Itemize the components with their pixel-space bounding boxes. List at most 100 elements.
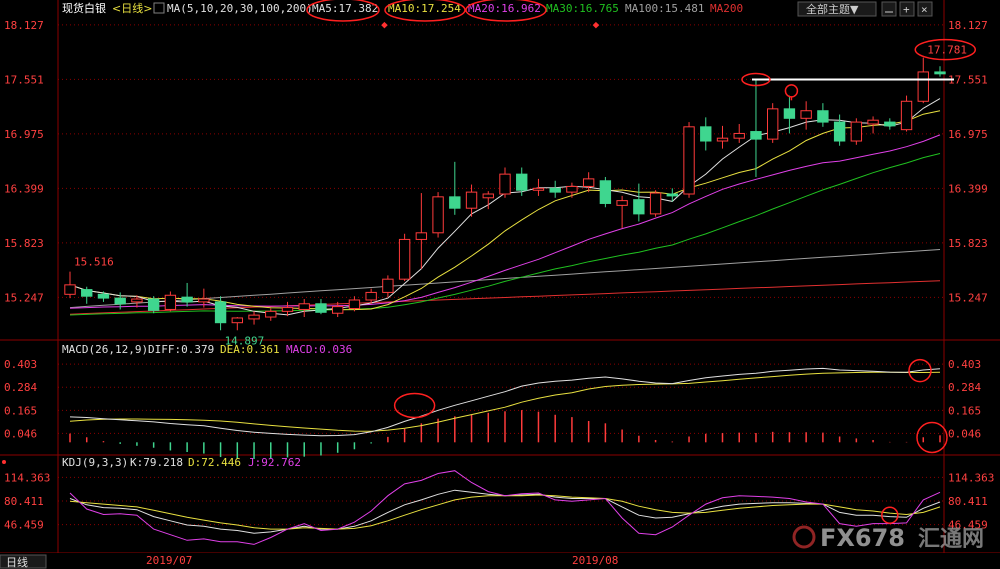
candle-body <box>181 296 193 303</box>
macd-macd-value: MACD:0.036 <box>286 343 352 356</box>
candle-body <box>315 303 327 313</box>
candle-body <box>114 297 126 305</box>
swing-high-label: 15.516 <box>74 256 114 269</box>
main-y-tick-left: 16.975 <box>4 128 44 141</box>
kdj-d-value: D:72.446 <box>188 456 241 469</box>
candle-body <box>599 180 612 204</box>
candle-body <box>616 200 628 206</box>
candle-body <box>532 187 545 191</box>
candle-body <box>733 132 745 139</box>
candle-body <box>332 306 344 314</box>
candle-body <box>850 121 863 142</box>
candle-body <box>449 196 461 209</box>
macd-params: MACD(26,12,9) <box>62 343 148 356</box>
main-y-tick-right: 16.975 <box>948 128 988 141</box>
candle-body <box>248 314 260 320</box>
candle-body <box>265 310 277 318</box>
ma20-value: MA20:16.962 <box>468 2 541 15</box>
ma30-value: MA30:16.765 <box>546 2 619 15</box>
candle-body <box>382 278 394 293</box>
candle-body <box>666 193 678 197</box>
main-y-tick-right: 15.823 <box>948 237 988 250</box>
ma-params: MA(5,10,20,30,100,200) <box>167 2 313 15</box>
candle-body <box>716 137 729 142</box>
macd-y-tick-right: 0.284 <box>948 381 981 394</box>
candle-body <box>482 193 494 199</box>
kdj-y-tick-left: 114.363 <box>4 471 50 484</box>
candle-body <box>64 284 76 295</box>
kdj-y-tick-right: 80.411 <box>948 495 988 508</box>
candle-body <box>499 173 511 195</box>
month-label-july: 2019/07 <box>146 554 192 567</box>
watermark-text: FX678 <box>820 524 905 552</box>
candle-body <box>198 298 210 303</box>
macd-dea-value: DEA:0.361 <box>220 343 280 356</box>
kdj-y-tick-right: 114.363 <box>948 471 994 484</box>
candle-body <box>767 108 779 140</box>
main-y-tick-left: 15.823 <box>4 237 44 250</box>
watermark-text-cn: 汇通网 <box>918 527 984 552</box>
candle-body <box>700 126 712 142</box>
theme-dropdown-label: 全部主题▼ <box>806 2 859 16</box>
candle-body <box>432 196 444 234</box>
candle-body <box>884 121 896 127</box>
period-tag: <日线> <box>112 1 152 15</box>
main-y-tick-left: 18.127 <box>4 19 44 32</box>
candle-body <box>415 232 428 240</box>
candle-body <box>365 291 377 301</box>
macd-y-tick-left: 0.284 <box>4 381 37 394</box>
candle-body <box>800 110 812 119</box>
ma5-value: MA5:17.382 <box>312 2 378 15</box>
macd-y-tick-left: 0.165 <box>4 404 37 417</box>
candle-body <box>683 126 695 195</box>
candle-body <box>633 199 645 215</box>
kdj-marker-icon <box>2 460 6 464</box>
stock-chart: 现货白银 <日线> MA(5,10,20,30,100,200) MA5:17.… <box>0 0 1000 569</box>
candle-body <box>582 178 595 187</box>
kdj-y-tick-left: 46.459 <box>4 519 44 532</box>
kdj-y-tick-left: 80.411 <box>4 495 44 508</box>
candle-body <box>97 293 110 299</box>
main-y-tick-left: 17.551 <box>4 73 44 86</box>
candle-body <box>214 301 227 324</box>
candle-body <box>231 317 243 324</box>
kdj-params: KDJ(9,3,3) <box>62 456 128 469</box>
ma100-value: MA100:15.481 <box>625 2 704 15</box>
plus-icon: + <box>903 3 910 16</box>
macd-y-tick-left: 0.046 <box>4 427 37 440</box>
kdj-k-value: K:79.218 <box>130 456 183 469</box>
candle-body <box>649 192 662 215</box>
candle-body <box>398 238 411 280</box>
candle-body <box>147 298 160 311</box>
main-y-tick-right: 18.127 <box>948 19 988 32</box>
macd-y-tick-right: 0.165 <box>948 404 981 417</box>
period-selector-label: 日线 <box>6 555 28 569</box>
candle-body <box>917 71 929 102</box>
ma10-value: MA10:17.254 <box>388 2 461 15</box>
candle-body <box>281 307 294 312</box>
macd-y-tick-right: 0.403 <box>948 358 981 371</box>
candle-body <box>900 100 913 131</box>
main-y-tick-left: 15.247 <box>4 291 44 304</box>
diamond-marker-2: ◆ <box>593 18 600 31</box>
close-icon: × <box>921 3 928 16</box>
ma200-value: MA200 <box>710 2 743 15</box>
macd-y-tick-left: 0.403 <box>4 358 37 371</box>
kdj-j-value: J:92.762 <box>248 456 301 469</box>
month-label-august: 2019/08 <box>572 554 618 567</box>
candle-body <box>81 289 93 297</box>
candle-body <box>516 173 528 191</box>
high-price-label: 17.781 <box>927 44 967 57</box>
candle-body <box>750 131 762 140</box>
candle-body <box>833 121 846 142</box>
minimize-button[interactable] <box>881 1 897 17</box>
candle-body <box>934 71 946 75</box>
candle-body <box>298 303 310 310</box>
watermark: FX678 汇通网 <box>792 524 984 552</box>
macd-y-tick-right: 0.046 <box>948 427 981 440</box>
candle-body <box>783 108 796 119</box>
candle-body <box>131 298 143 303</box>
candle-body <box>348 299 361 310</box>
candle-body <box>566 185 578 193</box>
symbol-name: 现货白银 <box>62 1 106 15</box>
